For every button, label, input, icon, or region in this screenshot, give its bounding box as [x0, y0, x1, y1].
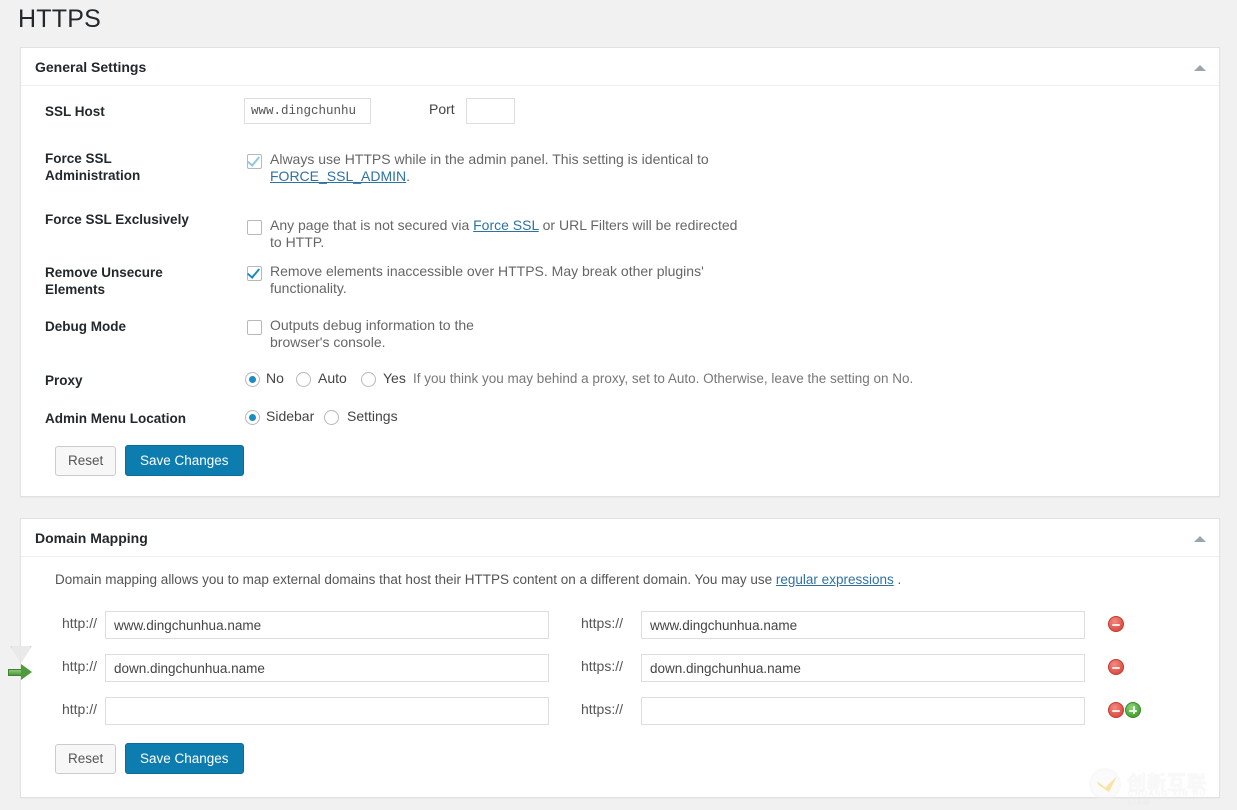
https-label: https:// — [580, 658, 623, 674]
https-settings-page: HTTPS General Settings SSL Host Port For… — [0, 0, 1237, 810]
force-ssl-administration-description: Always use HTTPS while in the admin pane… — [270, 151, 790, 185]
description-text: Domain mapping allows you to map externa… — [55, 572, 776, 587]
description-suffix: . — [893, 572, 902, 587]
domain-mapping-http-input[interactable] — [105, 611, 549, 639]
proxy-option-auto-label: Auto — [318, 370, 347, 386]
domain-mapping-https-input[interactable] — [641, 611, 1085, 639]
domain-mapping-panel: Domain Mapping Domain mapping allows you… — [20, 518, 1220, 798]
force-ssl-exclusively-label: Force SSL Exclusively — [45, 212, 189, 227]
watermark-en-text: CHUANG XIN HU LIAN — [1128, 789, 1207, 807]
force-ssl-administration-checkbox[interactable] — [247, 154, 262, 169]
debug-mode-description: Outputs debug information to the browser… — [270, 317, 474, 350]
http-label: http:// — [61, 615, 97, 631]
remove-circle-icon[interactable] — [1108, 702, 1124, 718]
description-text: Always use HTTPS while in the admin pane… — [270, 151, 709, 167]
https-label: https:// — [580, 615, 623, 631]
domain-reset-button[interactable]: Reset — [55, 744, 117, 774]
ssl-host-label: SSL Host — [45, 104, 105, 119]
proxy-label: Proxy — [45, 373, 83, 388]
force-ssl-exclusively-description: Any page that is not secured via Force S… — [270, 217, 740, 251]
proxy-radio-yes[interactable] — [361, 372, 376, 387]
remove-unsecure-elements-label: Remove Unsecure Elements — [45, 264, 235, 298]
cursor-shaft — [8, 669, 22, 676]
remove-circle-icon[interactable] — [1108, 616, 1124, 632]
remove-circle-icon[interactable] — [1108, 659, 1124, 675]
proxy-radio-no[interactable] — [245, 372, 260, 387]
admin-menu-option-sidebar-label: Sidebar — [266, 408, 315, 424]
https-label: https:// — [580, 701, 623, 717]
http-label: http:// — [61, 658, 97, 674]
port-input[interactable] — [466, 98, 515, 124]
force-ssl-administration-label: Force SSL Administration — [45, 150, 235, 184]
domain-mapping-http-input[interactable] — [105, 697, 549, 725]
page-title: HTTPS — [18, 5, 101, 33]
domain-mapping-http-input[interactable] — [105, 654, 549, 682]
regular-expressions-link[interactable]: regular expressions — [776, 572, 894, 587]
admin-menu-radio-settings[interactable] — [324, 410, 339, 425]
general-reset-button[interactable]: Reset — [55, 446, 117, 476]
general-settings-header: General Settings — [21, 48, 1219, 86]
admin-menu-location-label: Admin Menu Location — [45, 411, 186, 426]
label-line-2: Elements — [45, 282, 106, 297]
debug-mode-checkbox[interactable] — [247, 320, 262, 335]
http-label: http:// — [61, 701, 97, 717]
add-circle-icon[interactable] — [1125, 702, 1141, 718]
remove-unsecure-elements-checkbox[interactable] — [247, 266, 262, 281]
general-settings-title: General Settings — [35, 59, 147, 75]
domain-mapping-https-input[interactable] — [641, 654, 1085, 682]
force-ssl-exclusively-checkbox[interactable] — [247, 220, 262, 235]
triangle-up-icon[interactable] — [1193, 62, 1207, 74]
proxy-option-no-label: No — [266, 370, 284, 386]
label-line-2: Administration — [45, 168, 141, 183]
triangle-up-icon[interactable] — [1193, 533, 1207, 545]
proxy-description: If you think you may behind a proxy, set… — [413, 371, 914, 386]
domain-mapping-title: Domain Mapping — [35, 530, 148, 546]
proxy-radio-auto[interactable] — [296, 372, 311, 387]
check-circle-logo-icon — [1089, 768, 1121, 800]
label-line-1: Force SSL — [45, 151, 112, 166]
domain-mapping-https-input[interactable] — [641, 697, 1085, 725]
port-label: Port — [429, 101, 455, 117]
debug-mode-label: Debug Mode — [45, 319, 126, 334]
domain-mapping-description: Domain mapping allows you to map externa… — [55, 572, 901, 587]
admin-menu-option-settings-label: Settings — [347, 408, 398, 424]
watermark: 创新互联 CHUANG XIN HU LIAN — [1089, 764, 1229, 807]
proxy-option-yes-label: Yes — [383, 370, 406, 386]
domain-mapping-header: Domain Mapping — [21, 519, 1219, 557]
force-ssl-link[interactable]: Force SSL — [473, 217, 539, 233]
green-arrow-cursor-icon — [8, 646, 34, 682]
cursor-head — [21, 664, 32, 680]
domain-save-changes-button[interactable]: Save Changes — [125, 743, 244, 774]
ssl-host-input[interactable] — [244, 98, 371, 124]
admin-menu-radio-sidebar[interactable] — [245, 410, 260, 425]
description-text: Any page that is not secured via — [270, 217, 474, 233]
label-line-1: Remove Unsecure — [45, 265, 163, 280]
description-suffix: . — [406, 168, 411, 184]
remove-unsecure-elements-description: Remove elements inaccessible over HTTPS.… — [270, 263, 704, 296]
general-settings-panel: General Settings SSL Host Port Force SSL… — [20, 47, 1220, 497]
general-save-changes-button[interactable]: Save Changes — [125, 445, 244, 476]
force-ssl-admin-link[interactable]: FORCE_SSL_ADMIN — [270, 168, 406, 184]
